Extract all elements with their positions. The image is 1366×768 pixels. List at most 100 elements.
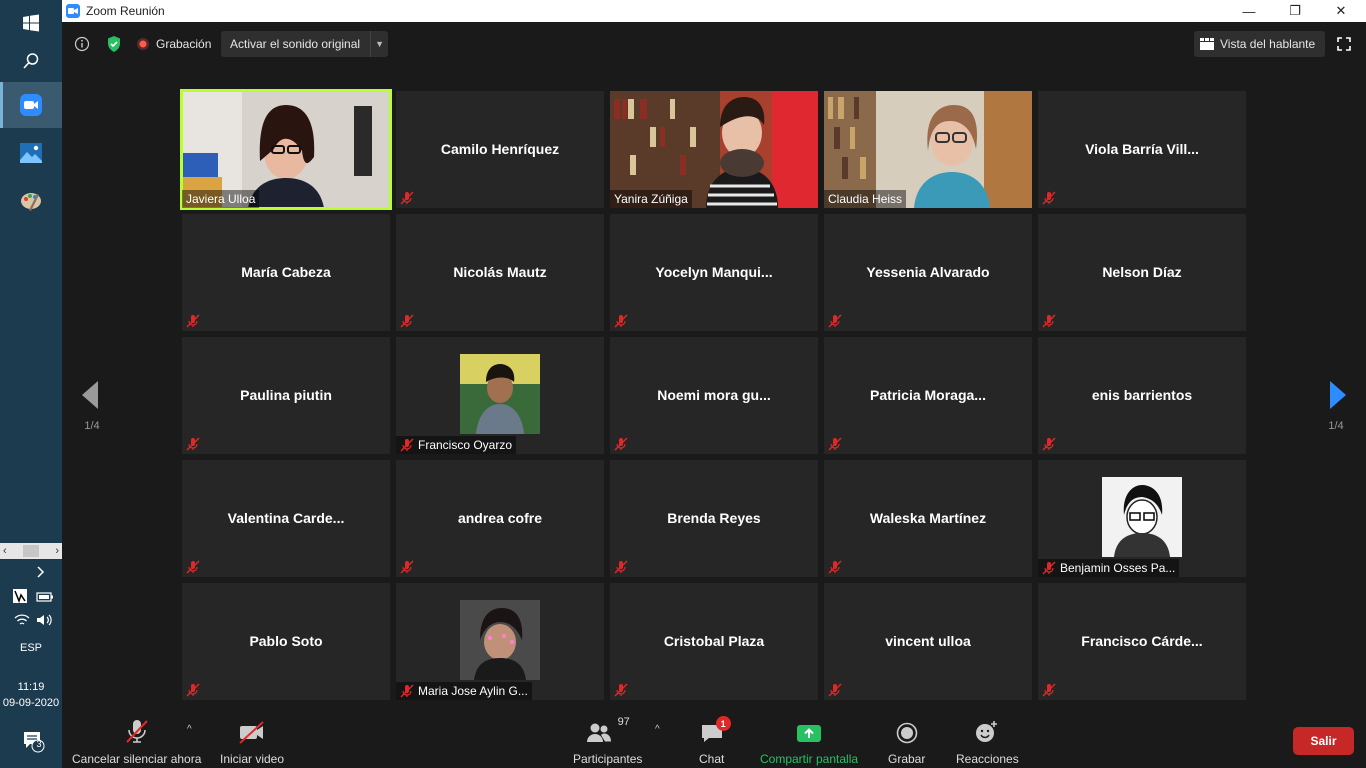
participant-tile[interactable]: Cristobal Plaza — [610, 583, 818, 700]
original-sound-label: Activar el sonido original — [230, 37, 361, 51]
participant-tile[interactable]: andrea cofre — [396, 460, 604, 577]
participant-tile[interactable]: María Cabeza — [182, 214, 390, 331]
participant-name: Patricia Moraga... — [870, 387, 986, 403]
mic-muted-icon — [400, 560, 414, 574]
participant-name: Paulina piutin — [240, 387, 332, 403]
mic-muted-icon — [186, 437, 200, 451]
mic-muted-icon — [614, 683, 628, 697]
participant-tile[interactable]: Javiera Ulloa — [180, 89, 392, 210]
participant-tile[interactable]: Benjamin Osses Pa... — [1038, 460, 1246, 577]
participants-button[interactable]: 97 Participantes — [573, 716, 643, 766]
volume-icon[interactable] — [36, 613, 54, 632]
chevron-right-icon[interactable] — [10, 560, 72, 584]
speaker-view-button[interactable]: Vista del hablante — [1194, 31, 1326, 57]
chat-button[interactable]: 1 Chat — [699, 716, 731, 766]
participant-tile[interactable]: Patricia Moraga... — [824, 337, 1032, 454]
mic-muted-icon — [1042, 437, 1056, 451]
participant-tile[interactable]: Claudia Heiss — [824, 91, 1032, 208]
chat-icon: 1 — [700, 716, 731, 744]
participant-tile[interactable]: Waleska Martínez — [824, 460, 1032, 577]
participant-name: enis barrientos — [1091, 387, 1193, 403]
taskbar-zoom-icon[interactable] — [0, 82, 62, 128]
tray-app-icon[interactable] — [12, 588, 28, 609]
security-shield-icon[interactable] — [102, 32, 126, 56]
participant-tile[interactable]: Noemi mora gu... — [610, 337, 818, 454]
search-icon[interactable] — [0, 38, 62, 84]
taskbar-photos-icon[interactable] — [0, 130, 62, 176]
chevron-down-icon[interactable]: ▼ — [370, 31, 388, 57]
participant-tile[interactable]: vincent ulloa — [824, 583, 1032, 700]
participants-caret-icon[interactable]: ^ — [655, 724, 660, 735]
prev-page-arrow-icon[interactable] — [80, 380, 100, 410]
start-video-button[interactable]: Iniciar video — [220, 718, 284, 766]
scroll-thumb[interactable] — [23, 545, 39, 557]
record-icon — [896, 718, 918, 744]
next-page-arrow-icon[interactable] — [1328, 380, 1348, 410]
participant-name: Javiera Ulloa — [182, 190, 260, 208]
audio-options-caret-icon[interactable]: ^ — [187, 724, 192, 735]
gallery-layout-icon — [1200, 38, 1214, 50]
participant-tile[interactable]: Paulina piutin — [182, 337, 390, 454]
participant-tile[interactable]: Yessenia Alvarado — [824, 214, 1032, 331]
mic-muted-icon — [1042, 561, 1056, 575]
participant-avatar — [1102, 477, 1182, 557]
mic-muted-icon — [614, 560, 628, 574]
battery-icon[interactable] — [36, 590, 54, 608]
notifications-count: 3 — [36, 739, 42, 749]
maximize-button[interactable]: ❐ — [1272, 0, 1318, 22]
recording-label: Grabación — [156, 37, 212, 51]
participant-name: Camilo Henríquez — [440, 141, 560, 157]
chat-badge: 1 — [715, 716, 731, 731]
clock-date[interactable]: 09-09-2020 — [0, 697, 62, 709]
participant-tile[interactable]: Francisco Cárde... — [1038, 583, 1246, 700]
scroll-right-icon[interactable]: › — [55, 545, 59, 557]
recording-indicator[interactable]: Grabación — [136, 32, 211, 56]
participant-tile[interactable]: enis barrientos — [1038, 337, 1246, 454]
mic-muted-icon — [1042, 683, 1056, 697]
windows-taskbar: ‹ › ESP 11:19 09-09-2020 3 — [0, 0, 62, 768]
participant-name: Francisco Oyarzo — [418, 438, 513, 452]
mic-muted-icon — [828, 314, 842, 328]
wifi-icon[interactable] — [14, 613, 30, 632]
original-sound-button[interactable]: Activar el sonido original ▼ — [221, 31, 389, 57]
participant-tile[interactable]: Maria Jose Aylin G... — [396, 583, 604, 700]
participant-name-bar: Maria Jose Aylin G... — [396, 682, 532, 700]
participant-name: Brenda Reyes — [667, 510, 761, 526]
participant-tile[interactable]: Pablo Soto — [182, 583, 390, 700]
taskbar-paint-icon[interactable] — [0, 177, 62, 223]
participant-tile[interactable]: Nicolás Mautz — [396, 214, 604, 331]
participant-tile[interactable]: Brenda Reyes — [610, 460, 818, 577]
unmute-label: Cancelar silenciar ahora — [72, 752, 202, 766]
mic-muted-icon — [186, 314, 200, 328]
participant-tile[interactable]: Camilo Henríquez — [396, 91, 604, 208]
participant-name: Maria Jose Aylin G... — [418, 684, 528, 698]
participant-tile[interactable]: Valentina Carde... — [182, 460, 390, 577]
participants-label: Participantes — [573, 752, 643, 766]
meeting-info-icon[interactable] — [70, 32, 94, 56]
participant-avatar — [460, 354, 540, 434]
participant-tile[interactable]: Viola Barría Vill... — [1038, 91, 1246, 208]
leave-meeting-button[interactable]: Salir — [1293, 727, 1354, 755]
input-language[interactable]: ESP — [0, 642, 62, 654]
chat-label: Chat — [699, 752, 725, 766]
scroll-left-icon[interactable]: ‹ — [3, 545, 7, 557]
mic-muted-icon — [614, 437, 628, 451]
taskbar-scrollbar[interactable]: ‹ › — [0, 543, 62, 559]
notifications-icon[interactable]: 3 — [22, 730, 46, 759]
participant-tile[interactable]: Yocelyn Manqui... — [610, 214, 818, 331]
unmute-button[interactable]: Cancelar silenciar ahora — [72, 718, 201, 766]
close-button[interactable]: ✕ — [1318, 0, 1364, 22]
next-page-number: 1/4 — [1328, 420, 1344, 432]
fullscreen-icon[interactable] — [1332, 32, 1356, 56]
record-button[interactable]: Grabar — [888, 718, 925, 766]
mic-muted-icon — [400, 684, 414, 698]
mic-muted-icon — [614, 314, 628, 328]
participant-tile[interactable]: Yanira Zúñiga — [610, 91, 818, 208]
minimize-button[interactable]: — — [1226, 0, 1272, 22]
participant-tile[interactable]: Francisco Oyarzo — [396, 337, 604, 454]
reactions-button[interactable]: Reacciones — [956, 718, 1019, 766]
share-screen-button[interactable]: Compartir pantalla — [760, 718, 858, 766]
participant-name-bar: Benjamin Osses Pa... — [1038, 559, 1180, 577]
clock-time[interactable]: 11:19 — [0, 681, 62, 693]
participant-tile[interactable]: Nelson Díaz — [1038, 214, 1246, 331]
